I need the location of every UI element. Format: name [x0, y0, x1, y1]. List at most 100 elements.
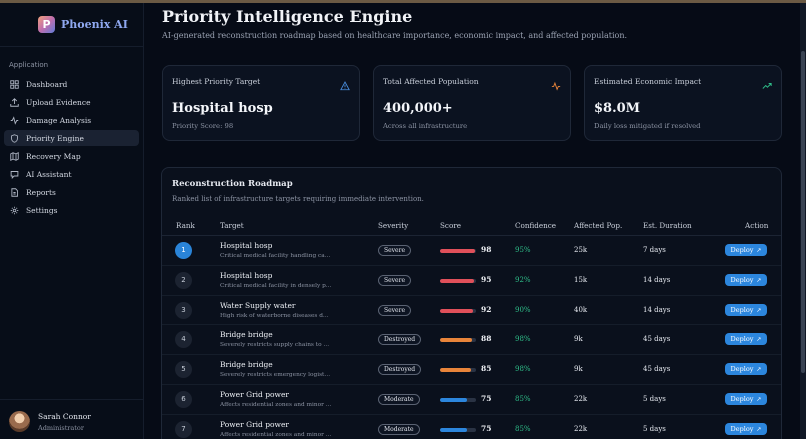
target-name: Power Grid power [220, 389, 290, 399]
gear-icon [9, 205, 20, 216]
brand[interactable]: P Phoenix AI [0, 3, 143, 47]
score-bar-fill [440, 338, 472, 343]
severity-badge: Destroyed [378, 334, 422, 346]
column-header-target: Target [220, 221, 244, 230]
target-name: Hospital hosp [220, 241, 273, 250]
sidebar-item-label: Priority Engine [26, 133, 84, 143]
sidebar-item-priority-engine[interactable]: Priority Engine [4, 130, 139, 146]
target-description: Affects residential zones and minor co..… [220, 431, 332, 438]
deploy-label: Deploy [730, 335, 754, 344]
sidebar-item-recovery-map[interactable]: Recovery Map [4, 148, 139, 164]
deploy-button[interactable]: Deploy ↗ [725, 363, 767, 376]
rank-badge: 5 [175, 361, 192, 379]
score-value: 88 [481, 334, 492, 344]
target-description: Severely restricts emergency logistics .… [220, 372, 332, 379]
column-header-rank: Rank [176, 221, 195, 230]
score-bar-fill [440, 368, 471, 373]
economic-impact-card: Estimated Economic Impact $8.0M Daily loss… [584, 65, 782, 141]
card-value: $8.0M [594, 101, 641, 116]
deploy-button[interactable]: Deploy ↗ [725, 333, 767, 346]
card-note: Daily loss mitigated if resolved [594, 122, 701, 130]
sidebar-item-settings[interactable]: Settings [4, 202, 139, 218]
avatar [9, 411, 30, 432]
affected-population: 40k [574, 305, 588, 314]
target-name: Hospital hosp [220, 270, 273, 280]
sidebar-item-upload-evidence[interactable]: Upload Evidence [4, 94, 139, 110]
target-description: Critical medical facility handling casu.… [220, 253, 332, 259]
external-arrow-icon: ↗ [756, 336, 762, 344]
table-row[interactable]: 6 Power Grid power Affects residential zon… [162, 385, 781, 415]
score-bar-fill [440, 249, 476, 253]
table-row[interactable]: 4 Bridge bridge Severely restricts supply … [162, 325, 781, 356]
card-note: Priority Score: 98 [172, 122, 234, 130]
file-icon [9, 187, 20, 198]
rank-badge: 7 [175, 420, 192, 438]
table-row[interactable]: 7 Power Grid power Affects residential zon… [162, 415, 781, 439]
table-row[interactable]: 2 Hospital hosp Critical medical facility … [162, 266, 781, 296]
external-arrow-icon: ↗ [756, 247, 762, 254]
sidebar-item-label: Damage Analysis [26, 115, 92, 125]
estimated-duration: 14 days [643, 275, 671, 284]
deploy-button[interactable]: Deploy ↗ [725, 273, 767, 286]
deploy-button[interactable]: Deploy ↗ [725, 303, 767, 316]
sidebar-item-damage-analysis[interactable]: Damage Analysis [4, 112, 139, 128]
column-header-score: Score [440, 221, 461, 230]
upload-icon [9, 97, 20, 108]
external-arrow-icon: ↗ [756, 395, 762, 403]
score-bar [440, 368, 476, 373]
table-row[interactable]: 3 Water Supply water High risk of waterbor… [162, 296, 781, 326]
deploy-button[interactable]: Deploy ↗ [725, 392, 767, 405]
scrollbar[interactable] [800, 3, 806, 439]
score-value: 92 [481, 304, 492, 314]
sidebar-item-label: Recovery Map [26, 151, 81, 161]
confidence-value: 90% [515, 305, 531, 314]
page-title: Priority Intelligence Engine [162, 7, 413, 26]
affected-population: 22k [574, 424, 588, 433]
user-name: Sarah Connor [38, 412, 91, 421]
score-bar-fill [440, 427, 467, 432]
sidebar-item-label: Upload Evidence [26, 97, 91, 107]
confidence-value: 98% [515, 365, 531, 374]
sidebar-item-reports[interactable]: Reports [4, 184, 139, 200]
map-icon [9, 151, 20, 162]
rank-badge: 4 [175, 331, 192, 349]
severity-badge: Severe [378, 304, 412, 316]
severity-badge: Severe [378, 245, 412, 256]
score-bar [440, 278, 476, 283]
sidebar-item-label: Dashboard [26, 79, 68, 89]
card-value: 400,000+ [383, 101, 453, 116]
column-header-est-duration: Est. Duration [643, 221, 692, 230]
score-value: 75 [481, 423, 492, 433]
score-value: 85 [481, 364, 492, 374]
estimated-duration: 7 days [643, 246, 666, 254]
score-bar [440, 397, 476, 402]
severity-badge: Moderate [378, 393, 420, 405]
shield-icon [9, 133, 20, 144]
sidebar-item-ai-assistant[interactable]: AI Assistant [4, 166, 139, 182]
external-arrow-icon: ↗ [756, 276, 762, 284]
sidebar-item-dashboard[interactable]: Dashboard [4, 76, 139, 92]
estimated-duration: 5 days [643, 424, 666, 433]
user-profile[interactable]: Sarah Connor Administrator [0, 399, 143, 439]
scrollbar-thumb[interactable] [801, 51, 805, 373]
deploy-button[interactable]: Deploy ↗ [725, 422, 767, 435]
target-name: Power Grid power [220, 419, 290, 429]
table-body: 1 Hospital hosp Critical medical facility … [162, 236, 781, 439]
page-subtitle: AI-generated reconstruction roadmap base… [162, 31, 628, 40]
score-bar-fill [440, 278, 475, 283]
estimated-duration: 45 days [643, 365, 671, 374]
confidence-value: 98% [515, 335, 531, 344]
pulse-icon [551, 76, 561, 91]
score-bar-fill [440, 308, 474, 313]
score-bar [440, 249, 476, 253]
score-bar-fill [440, 397, 467, 402]
deploy-button[interactable]: Deploy ↗ [725, 244, 767, 256]
column-header-confidence: Confidence [515, 221, 557, 230]
table-row[interactable]: 5 Bridge bridge Severely restricts emergen… [162, 355, 781, 385]
table-row[interactable]: 1 Hospital hosp Critical medical facility … [162, 236, 781, 266]
rank-badge: 3 [175, 301, 192, 319]
sidebar: P Phoenix AI Application Dashboard Upload… [0, 3, 144, 439]
confidence-value: 92% [515, 275, 531, 284]
severity-badge: Moderate [378, 423, 420, 435]
confidence-value: 85% [515, 394, 531, 403]
